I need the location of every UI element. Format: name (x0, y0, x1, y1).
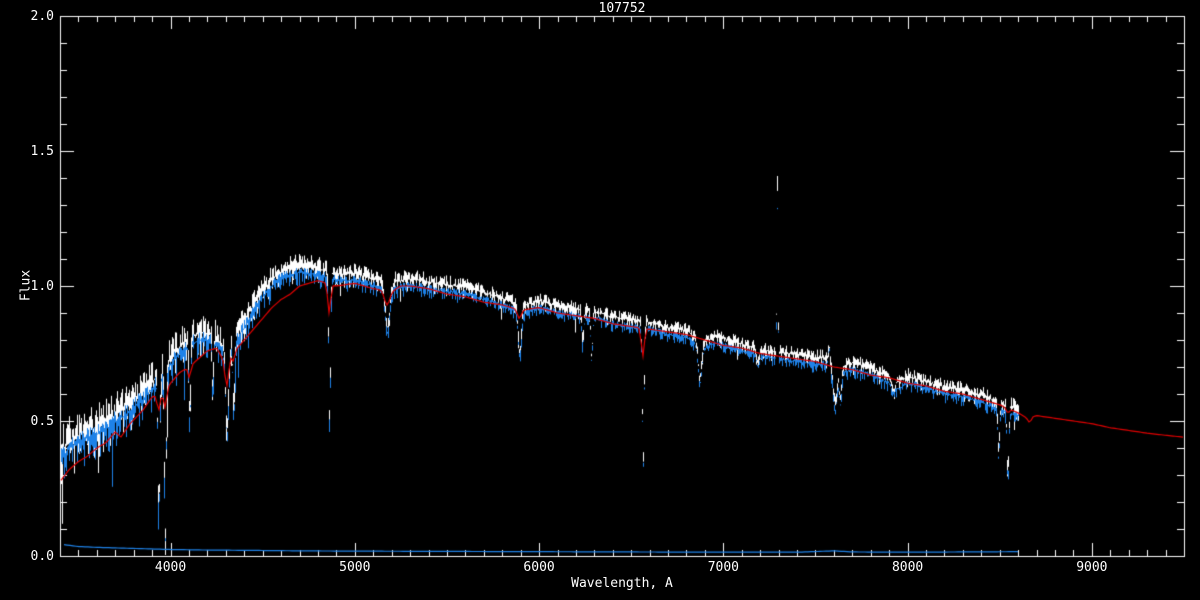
y-tick-label: 2.0 (30, 9, 54, 24)
spectrum-plot-window: 107752 Wavelength, A Flux 4000 5000 6000 70… (0, 0, 1200, 600)
spectrum-canvas (0, 0, 1200, 600)
x-tick-label: 5000 (339, 560, 371, 575)
y-tick-label: 1.5 (30, 144, 54, 159)
x-tick-label: 8000 (891, 560, 924, 575)
plot-title: 107752 (598, 1, 646, 16)
x-tick-label: 9000 (1076, 560, 1108, 575)
y-tick-label: 0.5 (30, 414, 54, 429)
x-tick-label: 6000 (523, 560, 555, 575)
x-tick-label: 7000 (707, 560, 739, 575)
x-axis-label: Wavelength, A (571, 576, 673, 591)
y-tick-label: 1.0 (30, 279, 54, 294)
y-tick-label: 0.0 (30, 549, 54, 564)
x-tick-label: 4000 (154, 560, 187, 575)
